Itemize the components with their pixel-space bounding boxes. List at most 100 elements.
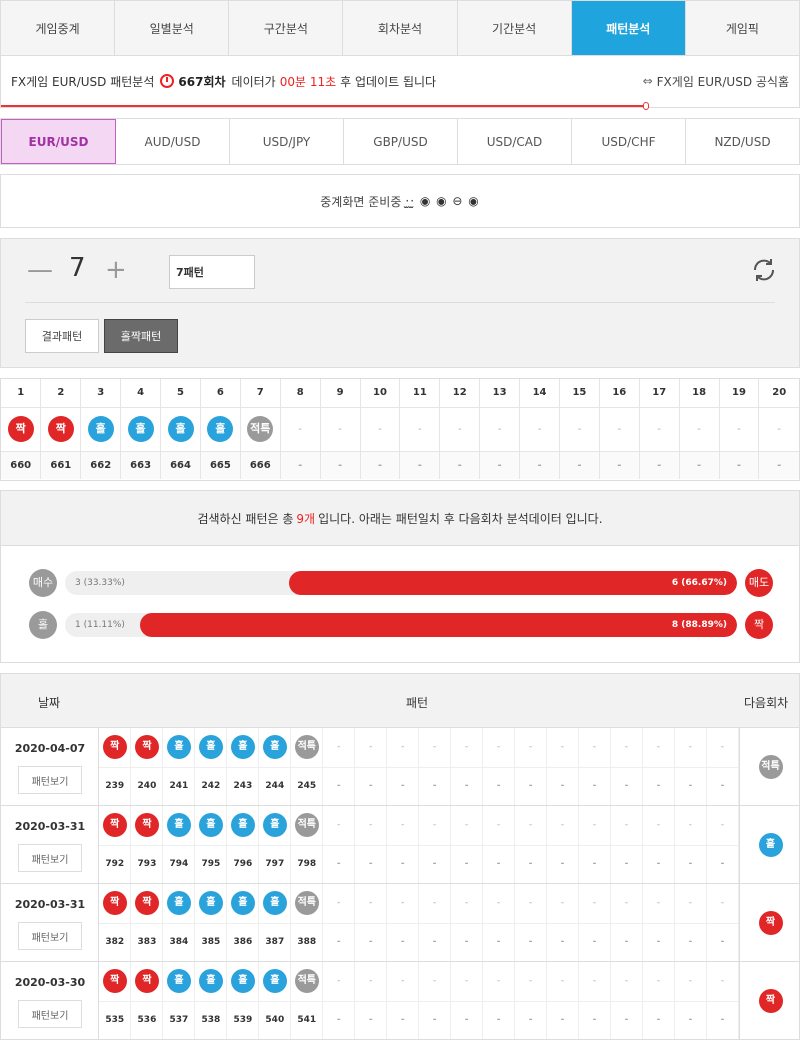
history-result-cell: 짝 <box>99 728 132 768</box>
empty-dash: - <box>592 859 597 870</box>
history-next-cell: 짝 <box>739 884 799 962</box>
top-nav: 게임중계 일별분석 구간분석 회차분석 기간분석 패턴분석 게임픽 <box>0 0 800 56</box>
empty-dash: - <box>496 937 501 948</box>
empty-dash: - <box>592 898 597 909</box>
nav-tab[interactable]: 게임중계 <box>1 1 116 55</box>
result-ball: 적특 <box>294 969 319 994</box>
nav-tab[interactable]: 패턴분석 <box>571 1 686 55</box>
oddeven-pattern-button[interactable]: 홀짝패턴 <box>104 319 178 353</box>
result-ball: 홀 <box>166 891 191 916</box>
pattern-length-input[interactable] <box>169 255 255 289</box>
history-round-cell: 239 <box>99 767 132 805</box>
empty-dash: - <box>736 459 742 471</box>
empty-dash: - <box>497 459 502 471</box>
history-round-cell: - <box>418 1001 452 1039</box>
result-ball: 짝 <box>134 735 159 760</box>
grid-round-cell: 666 <box>240 451 281 479</box>
info-prefix: FX게임 EUR/USD 패턴분석 <box>11 74 155 89</box>
grid-column-header: 9 <box>320 379 361 408</box>
grid-round-cell: - <box>439 451 481 479</box>
empty-dash: - <box>720 937 725 948</box>
view-pattern-button[interactable]: 패턴보기 <box>18 766 82 794</box>
history-round-cell: 242 <box>194 767 228 805</box>
history-header: 날짜 패턴 다음회차 <box>1 674 799 728</box>
view-pattern-button[interactable]: 패턴보기 <box>18 922 82 950</box>
nav-tab[interactable]: 게임픽 <box>686 1 799 55</box>
history-round-cell: 384 <box>162 923 196 961</box>
empty-dash: - <box>720 820 725 831</box>
empty-dash: - <box>624 1015 629 1026</box>
refresh-icon[interactable] <box>751 257 777 283</box>
grid-column-header: 2 <box>40 379 82 408</box>
history-round-cell: - <box>386 923 420 961</box>
result-pattern-button[interactable]: 결과패턴 <box>25 319 99 353</box>
history-pattern-cells: 짝 짝 홀 홀 홀 홀 적특 - - - - - - - - - - - - -792 793 794 795 796 797 7… <box>99 806 740 884</box>
nav-tab[interactable]: 기간분석 <box>458 1 572 55</box>
currency-tab[interactable]: EUR/USD <box>1 119 116 164</box>
empty-dash: - <box>624 859 629 870</box>
history-round-cell: 387 <box>258 923 292 961</box>
history-result-cell: - <box>386 962 420 1002</box>
history-result-cell: 홀 <box>226 962 260 1002</box>
empty-dash: - <box>688 781 693 792</box>
empty-dash: - <box>528 1015 533 1026</box>
history-result-cell: - <box>450 884 484 924</box>
increment-button[interactable]: + <box>105 257 127 283</box>
summary-after: 입니다. 아래는 패턴일치 후 다음회차 분석데이터 입니다. <box>318 511 603 526</box>
history-result-cell: 짝 <box>130 806 164 846</box>
history-round-cell: - <box>450 767 484 805</box>
empty-dash: - <box>433 898 437 909</box>
view-pattern-button[interactable]: 패턴보기 <box>18 1000 82 1028</box>
currency-tab[interactable]: AUD/USD <box>116 119 230 164</box>
view-pattern-button[interactable]: 패턴보기 <box>18 844 82 872</box>
nav-tab[interactable]: 일별분석 <box>115 1 230 55</box>
history-result-cell: - <box>354 884 388 924</box>
empty-dash: - <box>560 976 565 987</box>
empty-dash: - <box>656 742 661 753</box>
history-round-cell: - <box>642 923 675 961</box>
empty-dash: - <box>336 937 341 948</box>
history-result-cell: - <box>482 884 516 924</box>
grid-round-cell: - <box>479 451 521 479</box>
empty-dash: - <box>400 1015 405 1026</box>
result-ball: 홀 <box>230 813 255 838</box>
result-ball: 홀 <box>198 891 223 916</box>
nav-tab[interactable]: 회차분석 <box>343 1 458 55</box>
result-ball: 홀 <box>230 891 255 916</box>
history-date-cell: 2020-04-07 패턴보기 <box>1 728 99 806</box>
decrement-button[interactable]: — <box>27 257 53 283</box>
currency-tab[interactable]: USD/CHF <box>572 119 686 164</box>
currency-tab[interactable]: GBP/USD <box>344 119 458 164</box>
history-result-cell: - <box>706 806 740 846</box>
empty-dash: - <box>592 1015 597 1026</box>
stat-left-badge: 홀 <box>29 611 57 639</box>
result-ball: 짝 <box>47 416 74 442</box>
result-ball: 적특 <box>294 813 319 838</box>
currency-tab[interactable]: NZD/USD <box>686 119 799 164</box>
empty-dash: - <box>720 1015 725 1026</box>
history-result-cell: 홀 <box>258 884 292 924</box>
nav-tab[interactable]: 구간분석 <box>229 1 344 55</box>
empty-dash: - <box>496 859 501 870</box>
divider <box>25 302 775 303</box>
history-result-cell: 홀 <box>194 962 228 1002</box>
history-round-cell: - <box>482 845 516 883</box>
history-result-cell: - <box>642 962 675 1002</box>
empty-dash: - <box>401 820 405 831</box>
empty-dash: - <box>560 1015 565 1026</box>
empty-dash: - <box>432 859 437 870</box>
currency-tab[interactable]: USD/CAD <box>458 119 572 164</box>
result-ball: 짝 <box>134 969 159 994</box>
history-result-cell: - <box>418 884 452 924</box>
result-ball: 홀 <box>166 813 191 838</box>
broadcast-decoration: ·̫·̫ ◉ ◉ ⊖ ◉ <box>405 194 480 208</box>
history-result-cell: - <box>514 884 548 924</box>
empty-dash: - <box>400 937 405 948</box>
history-round-cell: - <box>322 1001 356 1039</box>
empty-dash: - <box>560 742 565 753</box>
currency-tab[interactable]: USD/JPY <box>230 119 344 164</box>
history-round-cell: 536 <box>130 1001 164 1039</box>
empty-dash: - <box>337 898 341 909</box>
official-link[interactable]: ⇔ FX게임 EUR/USD 공식홈 <box>643 56 789 106</box>
result-ball: 짝 <box>134 891 159 916</box>
